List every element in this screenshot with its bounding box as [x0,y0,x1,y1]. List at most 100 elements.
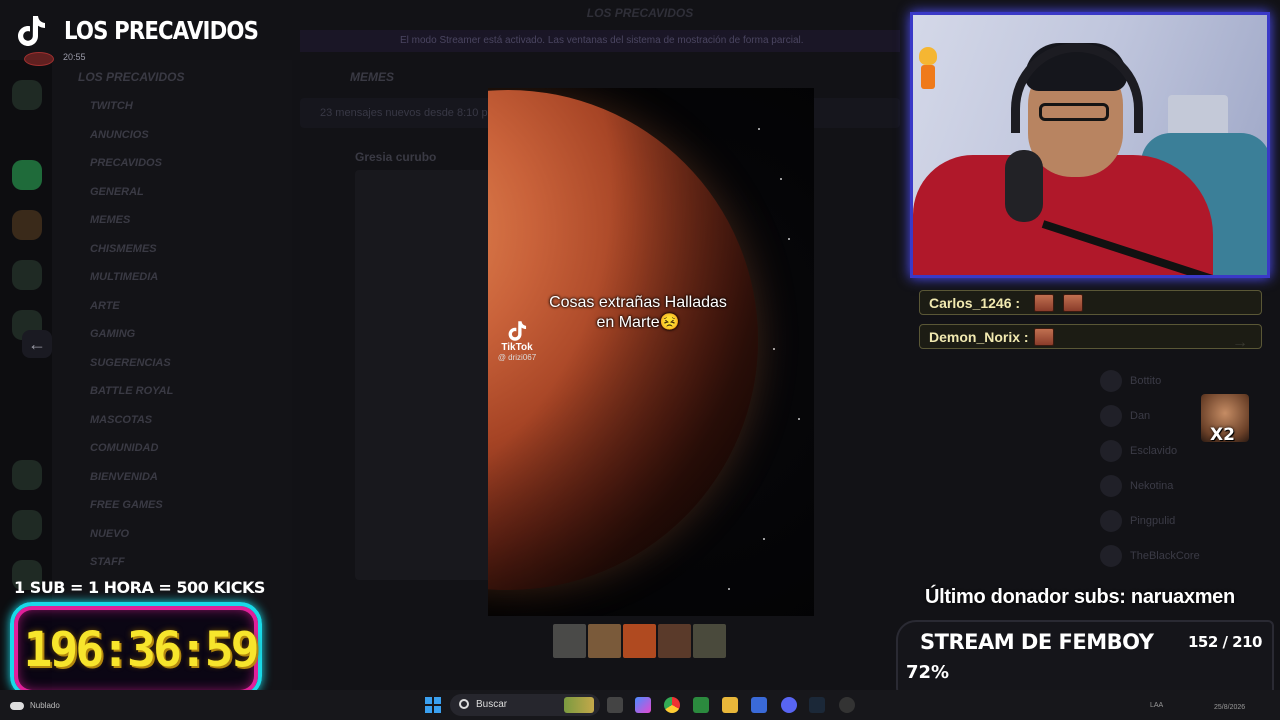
store-icon[interactable] [751,697,767,713]
channel-item[interactable]: SUGERENCIAS [90,357,171,369]
tiktok-header: LOS PRECAVIDOS 20:55 [16,14,266,66]
server-icon[interactable] [12,460,42,490]
avatar [1100,370,1122,392]
star [788,238,790,240]
chat-emote-icon [1034,294,1054,312]
member-name: Esclavido [1130,444,1178,457]
arrow-left-icon[interactable]: ← [22,330,52,358]
goal-title: STREAM DE FEMBOY [920,630,1154,654]
channel-item[interactable]: GAMING [90,328,135,340]
channel-item[interactable]: COMUNIDAD [90,442,158,454]
last-donor: Último donador subs: naruaxmen [925,586,1235,608]
glasses [1039,103,1109,121]
weather-label: Nublado [30,701,60,710]
message-embed [355,170,495,580]
streamer-mode-text: El modo Streamer está activado. Las vent… [400,35,804,46]
channel-item[interactable]: GENERAL [90,186,144,198]
avatar [1100,475,1122,497]
windows-start-icon[interactable] [425,697,441,713]
server-name[interactable]: LOS PRECAVIDOS [78,70,184,84]
chat-message: Demon_Norix : [919,324,1262,349]
video-caption: Cosas extrañas Halladas en Marte😣 [549,294,727,331]
member-item[interactable]: Nekotina [1100,475,1173,497]
copilot-icon[interactable] [635,697,651,713]
steam-icon[interactable] [809,697,825,713]
thumbnail[interactable] [658,624,691,658]
thumbnail[interactable] [553,624,586,658]
subathon-rule: 1 SUB = 1 HORA = 500 KICKS [14,578,265,597]
thumbnail-strip [553,624,728,658]
chat-emote-icon [1034,328,1054,346]
channel-item[interactable]: BIENVENIDA [90,471,158,483]
timer-value: 196:36:59 [23,622,259,678]
member-item[interactable]: Pingpulid [1100,510,1175,532]
member-item[interactable]: Dan [1100,405,1150,427]
webcam-feed [910,12,1270,278]
search-icon [459,699,469,709]
channel-item[interactable]: STAFF [90,556,125,568]
channel-item[interactable]: NUEVO [90,528,129,540]
star [763,538,765,540]
channel-item[interactable]: ANUNCIOS [90,129,149,141]
star [773,348,775,350]
channel-name: MEMES [350,70,395,84]
goal-count: 152 / 210 [1187,633,1263,651]
message-author[interactable]: Gresia curubo [355,150,436,164]
tray-date[interactable]: 25/8/2026 [1214,704,1245,711]
thumbnail[interactable] [693,624,726,658]
search-placeholder: Buscar [476,699,508,710]
chat-emote-icon [1063,294,1083,312]
member-name: Nekotina [1130,479,1174,492]
star [728,588,730,590]
timestamp: 20:55 [63,52,86,62]
weather-widget[interactable]: Nublado [10,701,60,710]
channel-item[interactable]: TWITCH [90,100,133,112]
avatar [24,52,54,66]
channel-item[interactable]: BATTLE ROYAL [90,385,173,397]
search-highlight-image [564,697,594,713]
figurine-icon [919,47,937,91]
channel-item[interactable]: MEMES [90,214,130,226]
channel-item[interactable]: PRECAVIDOS [90,157,162,169]
server-icon[interactable] [12,510,42,540]
member-item[interactable]: TheBlackCore [1100,545,1200,567]
chat-username: Carlos_1246 : [929,295,1021,311]
stream-screen: LOS PRECAVIDOS El modo Streamer está act… [0,0,1280,720]
goal-percent: 72% [906,662,950,683]
avatar [1100,510,1122,532]
member-item[interactable]: Esclavido [1100,440,1177,462]
task-view-icon[interactable] [607,697,623,713]
subathon-timer: 196:36:59 [10,602,262,698]
discord-icon[interactable] [781,697,797,713]
thumbnail[interactable] [623,624,656,658]
channel-item[interactable]: ARTE [90,300,120,312]
tray-language[interactable]: LAA [1150,702,1163,709]
avatar [1100,405,1122,427]
star [780,178,782,180]
channel-item[interactable]: MULTIMEDIA [90,271,158,283]
cloud-icon [10,701,24,710]
tiktok-icon [508,321,527,341]
watermark-handle: @ drizi067 [497,353,537,362]
server-icon[interactable] [12,160,42,190]
channel-item[interactable]: CHISMEMES [90,243,157,255]
member-name: Bottito [1130,374,1162,387]
video-player[interactable]: TikTok @ drizi067 Cosas extrañas Hallada… [488,88,814,616]
microphone-icon [1005,150,1043,222]
member-item[interactable]: Bottito [1100,370,1161,392]
server-icon[interactable] [12,210,42,240]
folder-icon[interactable] [722,697,738,713]
server-icon[interactable] [12,80,42,110]
streamer-mode-banner: El modo Streamer está activado. Las vent… [300,30,900,52]
thumbnail[interactable] [588,624,621,658]
chrome-icon[interactable] [664,697,680,713]
member-name: Pingpulid [1130,514,1176,527]
xbox-icon[interactable] [693,697,709,713]
tiktok-icon [18,16,45,46]
search-input[interactable]: Buscar [450,694,600,716]
channel-item[interactable]: FREE GAMES [90,499,163,511]
star [758,128,760,130]
server-icon[interactable] [12,260,42,290]
channel-item[interactable]: MASCOTAS [90,414,152,426]
obs-icon[interactable] [839,697,855,713]
